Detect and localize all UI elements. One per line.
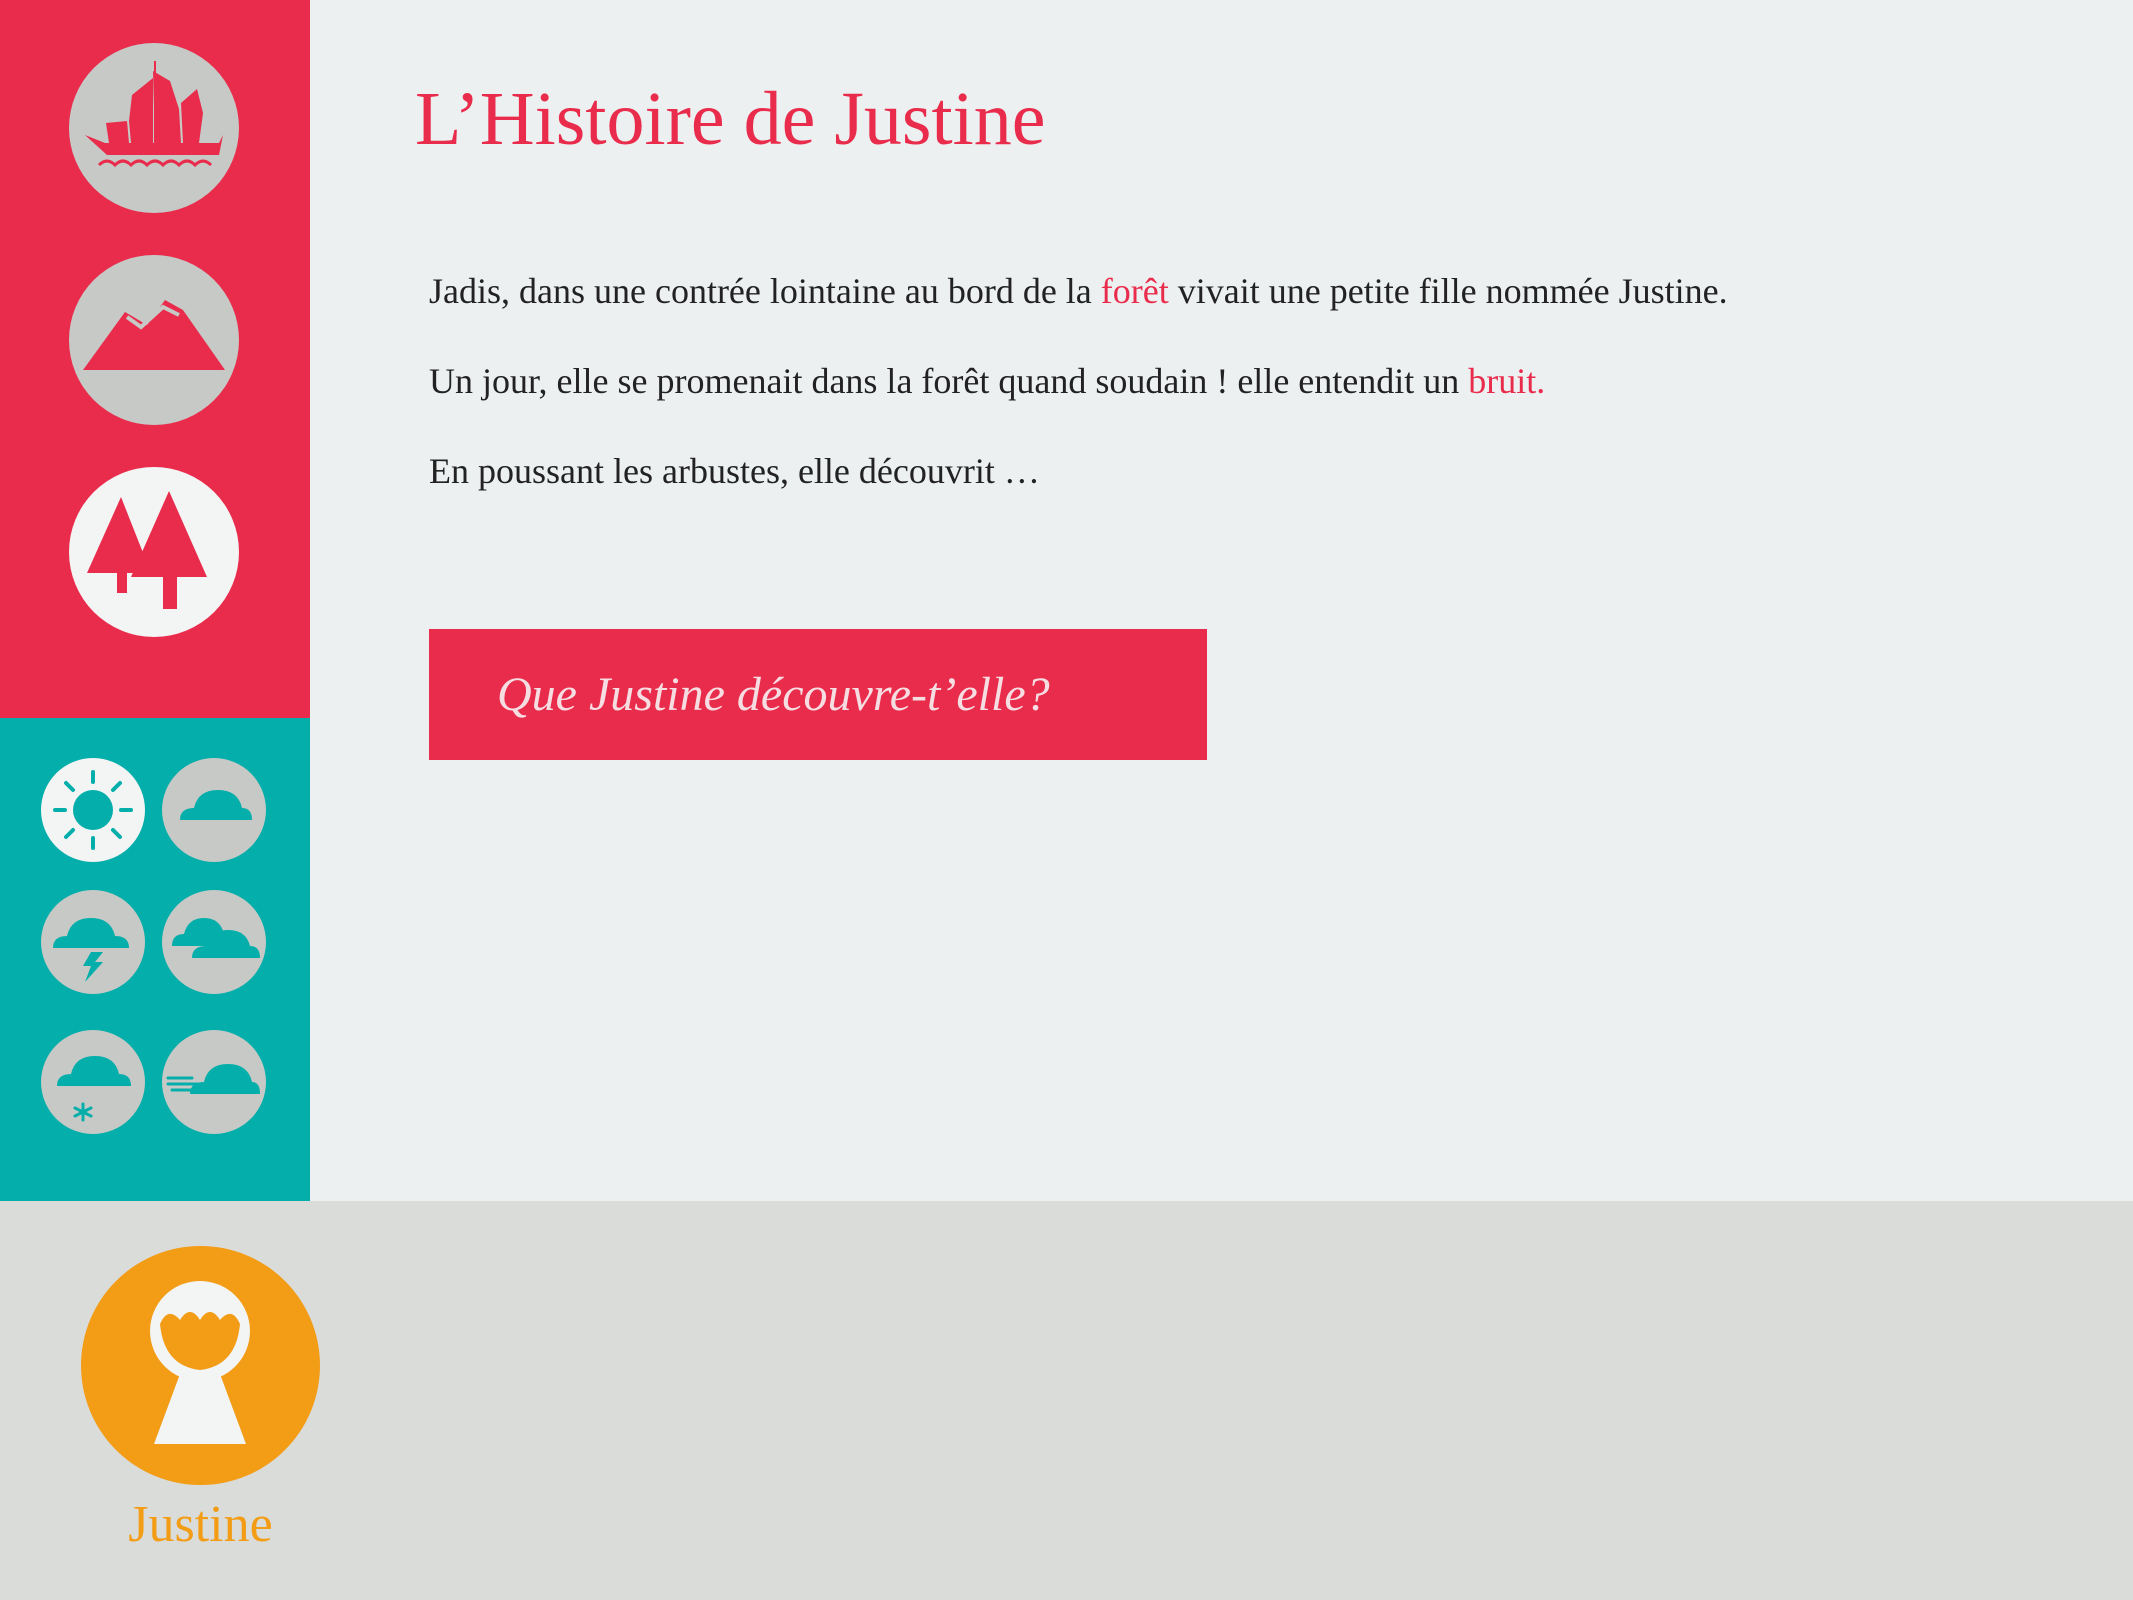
forest-icon[interactable] [69,467,239,637]
sun-icon[interactable] [41,758,145,862]
keyword-foret-link[interactable]: forêt [1101,271,1169,311]
places-sidebar [0,0,310,718]
wind-icon[interactable] [162,1030,266,1134]
story-paragraph-2: Un jour, elle se promenait dans la forêt… [429,360,2079,403]
paragraph-text: vivait une petite fille nommée Justine. [1168,271,1728,311]
weather-sidebar [0,718,310,1201]
story-panel [310,0,2133,1201]
cloud-icon[interactable] [162,758,266,862]
girl-avatar-icon[interactable] [81,1246,320,1485]
paragraph-text: Un jour, elle se promenait dans la forêt… [429,361,1469,402]
page-title: L’Histoire de Justine [415,77,1046,161]
snow-icon[interactable] [41,1030,145,1134]
continue-story-button[interactable]: Que Justine découvre-t’elle? [429,629,1207,760]
paragraph-text: Jadis, dans une contrée lointaine au bor… [429,271,1101,311]
junk-boat-icon[interactable] [69,43,239,213]
character-name: Justine [128,1496,273,1553]
story-paragraph-1: Jadis, dans une contrée lointaine au bor… [429,270,2079,313]
clouds-icon[interactable] [162,890,266,994]
storm-icon[interactable] [41,890,145,994]
story-text: Jadis, dans une contrée lointaine au bor… [429,270,2079,541]
mountain-icon[interactable] [69,255,239,425]
story-paragraph-3: En poussant les arbustes, elle découvrit… [429,451,1040,492]
keyword-bruit-link[interactable]: bruit. [1468,361,1545,401]
